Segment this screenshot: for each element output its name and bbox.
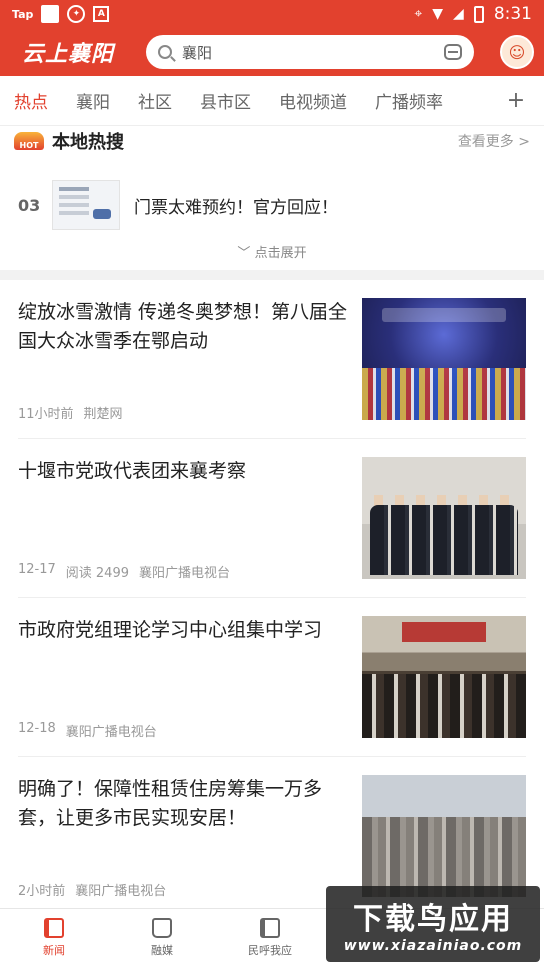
signal-icon: ◢: [453, 6, 464, 22]
news-item[interactable]: 市政府党组理论学习中心组集中学习 12-18 襄阳广播电视台: [18, 598, 526, 757]
news-time: 12-18: [18, 721, 56, 736]
news-time: 12-17: [18, 562, 56, 577]
top-header: Tap ✦ A ⌖ ▼ ◢ 8:31 云上襄阳 襄阳 ☺: [0, 0, 544, 76]
briefcase-icon: [152, 917, 172, 938]
section-divider: [0, 270, 544, 280]
tab-tv-channel[interactable]: 电视频道: [279, 88, 347, 113]
news-thumbnail: [362, 457, 526, 579]
add-channel-icon[interactable]: +: [506, 88, 526, 113]
location-icon: ⌖: [414, 6, 423, 22]
search-icon: [158, 45, 172, 59]
news-source: 襄阳广播电视台: [75, 884, 167, 899]
news-title: 绽放冰雪激情 传递冬奥梦想！第八届全国大众冰雪季在鄂启动: [18, 301, 348, 352]
news-thumbnail: [362, 775, 526, 897]
news-source: 襄阳广播电视台: [139, 566, 231, 581]
nav-media-label: 融媒: [151, 943, 173, 957]
hot-thumbnail: [52, 180, 120, 230]
tab-hot[interactable]: 热点: [14, 88, 48, 113]
watermark-url: www.xiazainiao.com: [343, 938, 523, 954]
news-time: 2小时前: [18, 884, 66, 899]
nav-news-label: 新闻: [43, 943, 65, 957]
see-more-link[interactable]: 查看更多 >: [458, 131, 530, 151]
flame-icon: HOT: [14, 132, 44, 150]
news-item[interactable]: 十堰市党政代表团来襄考察 12-17 阅读 2499 襄阳广播电视台: [18, 439, 526, 598]
status-time: 8:31: [493, 4, 532, 24]
hot-search-title: 本地热搜: [52, 132, 124, 153]
battery-icon: [473, 5, 484, 23]
news-title: 市政府党组理论学习中心组集中学习: [18, 619, 323, 641]
watermark: 下载鸟应用 www.xiazainiao.com: [326, 886, 540, 962]
channel-tabs: 热点 襄阳 社区 县市区 电视频道 广播频率 +: [0, 76, 544, 126]
wifi-icon: ▼: [432, 6, 444, 22]
news-read-count: 阅读 2499: [65, 566, 129, 581]
news-thumbnail: [362, 298, 526, 420]
hot-search-item[interactable]: 03 门票太难预约！官方回应！: [0, 156, 544, 238]
sync-icon: ✦: [67, 5, 86, 23]
expand-button[interactable]: ﹀ 点击展开: [0, 242, 544, 261]
hot-item-title: 门票太难预约！官方回应！: [134, 197, 338, 218]
news-icon: [44, 917, 64, 938]
news-title: 明确了！保障性租赁住房筹集一万多套，让更多市民实现安居！: [18, 778, 323, 829]
tab-counties[interactable]: 县市区: [200, 88, 251, 113]
hot-rank: 03: [18, 195, 41, 215]
app-label: Tap: [12, 7, 34, 21]
news-time: 11小时前: [18, 407, 74, 422]
search-input[interactable]: 襄阳: [182, 42, 434, 63]
scan-icon[interactable]: [444, 44, 462, 60]
expand-label: 点击展开: [254, 246, 307, 261]
chevron-down-icon: ﹀: [237, 246, 251, 261]
watermark-title: 下载鸟应用: [353, 902, 513, 937]
avatar[interactable]: ☺: [500, 35, 534, 69]
tab-radio[interactable]: 广播频率: [375, 88, 443, 113]
app-screen: Tap ✦ A ⌖ ▼ ◢ 8:31 云上襄阳 襄阳 ☺ 热点 襄阳 社区 县市…: [0, 0, 544, 966]
news-thumbnail: [362, 616, 526, 738]
a-icon: A: [93, 6, 110, 22]
nav-response-label: 民呼我应: [248, 943, 292, 957]
nav-news[interactable]: 新闻: [0, 909, 108, 966]
status-bar: Tap ✦ A ⌖ ▼ ◢ 8:31: [0, 0, 544, 28]
app-bar: 云上襄阳 襄阳 ☺: [0, 28, 544, 76]
news-item[interactable]: 绽放冰雪激情 传递冬奥梦想！第八届全国大众冰雪季在鄂启动 11小时前 荆楚网: [18, 280, 526, 439]
news-source: 荆楚网: [83, 407, 123, 422]
news-list: 绽放冰雪激情 传递冬奥梦想！第八届全国大众冰雪季在鄂启动 11小时前 荆楚网 十…: [0, 280, 544, 916]
search-bar[interactable]: 襄阳: [146, 35, 474, 69]
app-logo: 云上襄阳: [22, 42, 115, 67]
news-source: 襄阳广播电视台: [65, 725, 157, 740]
tab-xiangyang[interactable]: 襄阳: [76, 88, 110, 113]
nav-response[interactable]: 民呼我应: [216, 909, 324, 966]
notification-icon: [41, 5, 60, 23]
hot-search-section: HOT 本地热搜 查看更多 > 03 门票太难预约！官方回应！ ﹀ 点击展开: [0, 126, 544, 270]
nav-media[interactable]: 融媒: [108, 909, 216, 966]
tab-community[interactable]: 社区: [138, 88, 172, 113]
book-icon: [260, 917, 280, 938]
news-title: 十堰市党政代表团来襄考察: [18, 460, 247, 482]
